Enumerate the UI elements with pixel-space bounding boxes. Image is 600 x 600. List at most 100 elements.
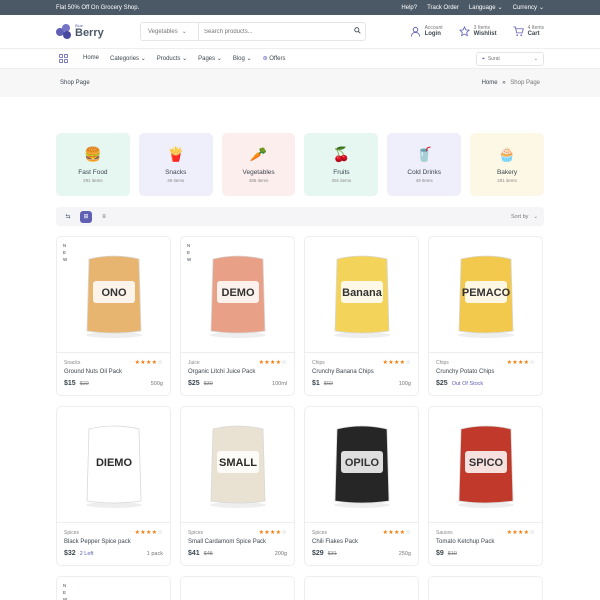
product-price: $29 <box>312 550 324 557</box>
product-card[interactable]: DIEMO Spices ★★★★☆ Black Pepper Spice pack $… <box>56 406 171 566</box>
percent-badge-icon: ⊛ <box>262 56 268 62</box>
product-card[interactable]: SPICO Sauces ★★★★☆ Tomato Ketchup Pack $9 $10 <box>428 406 543 566</box>
nav-item-offers-label: Offers <box>269 56 286 62</box>
product-package: Banana <box>333 255 390 338</box>
chevron-down-icon: ⌄ <box>181 29 187 35</box>
account-button[interactable]: Account Login <box>410 25 443 38</box>
currency-label: Currency <box>512 4 537 11</box>
nav-item-offers[interactable]: ⊛ Offers <box>263 55 286 62</box>
product-category: Juice <box>188 359 200 366</box>
nav-item-blog[interactable]: Blog ⌄ <box>233 55 252 62</box>
chevron-down-icon: ⌄ <box>216 56 222 62</box>
user-icon <box>410 26 420 37</box>
product-category: Sauces <box>436 529 453 536</box>
cardamom-box-image[interactable]: SMALL <box>181 407 294 522</box>
product-old-price: $02 <box>323 381 333 387</box>
snack-pouch-image[interactable]: NEW ONO <box>57 237 170 352</box>
location-select[interactable]: ⌖ Surat ⌄ <box>476 51 544 66</box>
product-image[interactable] <box>181 577 294 600</box>
search-bar: Vegetables ⌄ <box>140 22 366 41</box>
category-card[interactable]: 🍟 Snacks 49 items <box>138 133 213 196</box>
nav-item-pages[interactable]: Pages ⌄ <box>198 55 222 62</box>
ketchup-pack-image[interactable]: SPICO <box>429 407 542 522</box>
list-view-icon[interactable]: ≡ <box>98 211 110 223</box>
category-card[interactable]: 🧁 Bakery 291 items <box>470 133 544 196</box>
product-image[interactable]: NEW <box>57 577 170 600</box>
juice-can-image[interactable]: NEW DEMO <box>181 237 294 352</box>
product-card[interactable] <box>428 576 543 600</box>
product-card[interactable]: NEW <box>56 576 171 600</box>
language-label: Language <box>468 4 496 11</box>
product-card[interactable]: PEMACO Chips ★★★★☆ Crunchy Potato Chips $25 O… <box>428 236 543 396</box>
package-label: DIEMO <box>95 457 132 469</box>
blueberry-logo-icon <box>56 23 72 40</box>
product-name[interactable]: Ground Nuts Oil Pack <box>64 369 163 375</box>
potato-chips-image[interactable]: PEMACO <box>429 237 542 352</box>
product-old-price: $31 <box>327 551 337 557</box>
cart-button[interactable]: 4 Items Cart <box>513 25 544 38</box>
product-name[interactable]: Small Cardamom Spice Pack <box>188 539 287 545</box>
pepper-pack-image[interactable]: DIEMO <box>57 407 170 522</box>
category-card[interactable]: 🍒 Fruits 291 items <box>304 133 379 196</box>
rating-stars-icon: ★★★★☆ <box>258 530 287 536</box>
product-name[interactable]: Chili Flakes Pack <box>312 539 411 545</box>
category-grid-icon[interactable] <box>56 51 71 66</box>
category-name: Cold Drinks <box>407 169 442 176</box>
product-card[interactable]: SMALL Spices ★★★★☆ Small Cardamom Spice Pac… <box>180 406 295 566</box>
top-bar: Flat 50% Off On Grocery Shop. Help? Trac… <box>0 0 600 15</box>
category-card[interactable]: 🥕 Vegetables 485 items <box>221 133 296 196</box>
nav-item-blog-label: Blog <box>232 56 245 62</box>
currency-dropdown[interactable]: Currency ⌄ <box>512 4 544 12</box>
product-image[interactable] <box>429 577 542 600</box>
breadcrumb-home-link[interactable]: Home <box>482 80 498 86</box>
language-dropdown[interactable]: Language ⌄ <box>468 4 503 12</box>
nav-item-products[interactable]: Products ⌄ <box>157 55 187 62</box>
search-category-select[interactable]: Vegetables ⌄ <box>141 23 199 40</box>
chevron-down-icon: ⌄ <box>538 5 544 11</box>
product-grid: NEW ONO Snacks ★★★★☆ Ground Nuts Oil Pack $15… <box>56 236 544 600</box>
category-card[interactable]: 🥤 Cold Drinks 49 items <box>387 133 462 196</box>
package-label: Banana <box>342 287 383 299</box>
product-image[interactable] <box>305 577 418 600</box>
nav-item-products-label: Products <box>156 56 181 62</box>
product-unit: 100ml <box>272 381 287 387</box>
nav-item-home[interactable]: Home <box>83 55 99 62</box>
filter-icon[interactable]: ⇆ <box>62 211 74 223</box>
grid-view-icon[interactable]: ⊞ <box>80 210 92 223</box>
nav-item-categories[interactable]: Categories ⌄ <box>110 55 146 62</box>
product-card[interactable]: OPILO Spices ★★★★☆ Chili Flakes Pack $29 $31 2… <box>304 406 419 566</box>
breadcrumb-separator: » <box>502 80 506 86</box>
product-package: DEMO <box>209 255 266 338</box>
sort-dropdown[interactable]: Sort by ⌄ <box>511 214 538 220</box>
product-card[interactable]: NEW ONO Snacks ★★★★☆ Ground Nuts Oil Pack $15… <box>56 236 171 396</box>
product-card[interactable]: Banana Chips ★★★★☆ Crunchy Banana Chips $1 $0… <box>304 236 419 396</box>
package-label: OPILO <box>344 457 379 469</box>
track-order-link[interactable]: Track Order <box>427 4 459 11</box>
location-label: Surat <box>487 55 500 62</box>
help-link[interactable]: Help? <box>401 4 417 11</box>
banana-chips-image[interactable]: Banana <box>305 237 418 352</box>
wishlist-button[interactable]: 3 Items Wishlist <box>458 25 497 38</box>
product-name[interactable]: Crunchy Potato Chips <box>436 369 535 375</box>
product-price: $1 <box>312 380 320 387</box>
product-name[interactable]: Organic Litchi Juice Pack <box>188 369 287 375</box>
logo[interactable]: Blue Berry <box>56 23 140 40</box>
rating-stars-icon: ★★★★☆ <box>506 360 535 366</box>
chili-flakes-image[interactable]: OPILO <box>305 407 418 522</box>
product-price: $41 <box>188 550 200 557</box>
product-name[interactable]: Black Pepper Spice pack <box>64 539 163 545</box>
promo-text: Flat 50% Off On Grocery Shop. <box>56 4 140 11</box>
product-card[interactable] <box>180 576 295 600</box>
burger-icon: 🍔 <box>84 146 102 162</box>
product-card[interactable]: NEW DEMO Juice ★★★★☆ Organic Litchi Juice Pa… <box>180 236 295 396</box>
search-icon[interactable] <box>349 27 365 36</box>
product-name[interactable]: Tomato Ketchup Pack <box>436 539 535 545</box>
category-card[interactable]: 🍔 Fast Food 291 items <box>56 133 130 196</box>
rating-stars-icon: ★★★★☆ <box>134 530 163 536</box>
product-package: DIEMO <box>85 425 142 508</box>
rating-stars-icon: ★★★★☆ <box>382 360 411 366</box>
search-input[interactable] <box>199 28 349 35</box>
product-name[interactable]: Crunchy Banana Chips <box>312 369 411 375</box>
product-unit: 250g <box>398 551 411 557</box>
product-card[interactable] <box>304 576 419 600</box>
